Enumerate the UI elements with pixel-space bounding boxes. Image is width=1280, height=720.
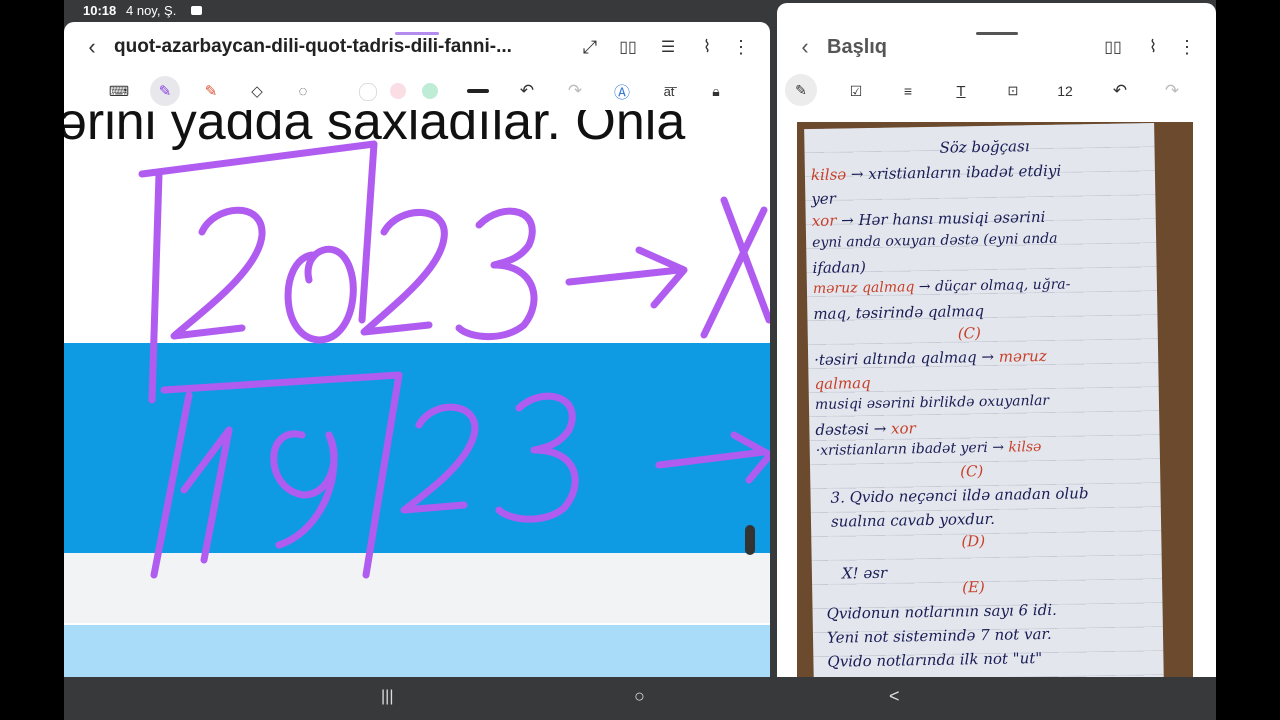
- answer-mark: (C): [959, 462, 984, 481]
- keyboard-icon[interactable]: ⌨: [108, 80, 130, 102]
- handwriting-line: məruz qalmaq → düçar olmaq, uğra-: [812, 276, 1071, 297]
- note-canvas[interactable]: ərini yaddа saxladılar. Onla: [64, 110, 770, 677]
- handwriting-line: X! əsr: [841, 563, 888, 583]
- text-recognize-icon[interactable]: Ⓐ: [611, 80, 633, 102]
- back-button[interactable]: <: [889, 686, 900, 707]
- pen-icon[interactable]: ✎: [150, 76, 180, 106]
- left-header: ‹ quot-azarbaycan-dili-quot-tadris-dili-…: [64, 22, 770, 72]
- attach-icon[interactable]: ⌇: [696, 36, 718, 58]
- list-icon[interactable]: ☰: [657, 36, 679, 58]
- checkbox-icon[interactable]: ☑: [845, 80, 867, 102]
- left-pane-note: ‹ quot-azarbaycan-dili-quot-tadris-dili-…: [64, 22, 770, 677]
- handwriting-line: qalmaq: [814, 373, 871, 393]
- attach-icon[interactable]: ⌇: [1142, 36, 1164, 58]
- handwriting-line: kilsə → xristianların ibadət etdiyi: [810, 161, 1062, 184]
- font-size-select[interactable]: 12: [1047, 80, 1083, 102]
- answer-mark: (C): [957, 324, 982, 343]
- eraser-icon[interactable]: ◇: [246, 80, 268, 102]
- handwriting-line: eyni anda oxuyan dəstə (eyni anda: [811, 230, 1058, 251]
- stroke-width-icon[interactable]: [467, 89, 489, 93]
- handwriting-line: musiqi əsərini birlikdə oxuyanlar: [814, 392, 1050, 413]
- handwritten-annotation: [138, 140, 770, 579]
- pen-icon[interactable]: ✎: [785, 74, 817, 106]
- handwriting-line: ·təsiri altında qalmaq → məruz: [814, 346, 1047, 369]
- handwriting-line: 3. Qvido neçənci ildə anadan olub: [830, 484, 1089, 507]
- back-icon[interactable]: ‹: [82, 34, 102, 59]
- highlighter-icon[interactable]: ✎: [200, 80, 222, 102]
- handwriting-line: Yeni not sistemində 7 not var.: [826, 624, 1052, 647]
- handwriting-line: xor → Hər hansı musiqi əsərini: [811, 207, 1046, 230]
- status-time: 10:18: [83, 3, 117, 18]
- recent-apps-button[interactable]: |||: [381, 688, 393, 706]
- handwriting-line: dəstəsi → xor: [815, 419, 916, 439]
- answer-mark: (D): [961, 532, 986, 551]
- handwriting-line: maq, təsirində qalmaq: [813, 301, 985, 323]
- handwriting-line: ifadan): [812, 258, 867, 277]
- undo-icon[interactable]: ↶: [516, 80, 538, 102]
- expand-icon[interactable]: ⤢: [579, 36, 601, 58]
- right-pane-note: ‹ Başlıq ▯▯ ⌇ ⋮ ✎ ☑ ≡ T ⊡ 12 ↶ ↷ Söz bоğ…: [777, 22, 1216, 677]
- answer-mark: (E): [962, 578, 985, 597]
- color-white[interactable]: [359, 83, 377, 101]
- redo-icon[interactable]: ↷: [1161, 80, 1183, 102]
- book-icon[interactable]: ▯▯: [1102, 36, 1124, 58]
- color-pink[interactable]: [390, 83, 406, 99]
- color-green[interactable]: [422, 83, 438, 99]
- text-style-icon[interactable]: ≡: [897, 80, 919, 102]
- handwriting-line: sualına cavab yoxdur.: [830, 509, 996, 531]
- book-icon[interactable]: ▯▯: [617, 36, 639, 58]
- home-button[interactable]: ○: [634, 686, 645, 707]
- handwriting-line: yer: [811, 189, 837, 208]
- back-icon[interactable]: ‹: [795, 34, 815, 59]
- drawing-toolbar: ⌨ ✎ ✎ ◇ ◌ ↶ ↷ Ⓐ a͞t 🔒︎: [64, 72, 770, 110]
- note-title: quot-azarbaycan-dili-quot-tadris-dili-fa…: [114, 36, 512, 57]
- handwriting-line: Qvidonun notlarının sayı 6 idi.: [826, 600, 1057, 623]
- redo-icon[interactable]: ↷: [564, 80, 586, 102]
- handwriting-line: Qvido notlarında ilk not "ut": [827, 649, 1043, 671]
- status-date: 4 noy, Ş.: [126, 3, 177, 18]
- handwriting-line: Söz bоğçası: [939, 137, 1030, 157]
- tablet-screen: 10:18 4 noy, Ş. 100% ‹ quot-azarbaycan-d…: [64, 0, 1216, 720]
- more-icon[interactable]: ⋮: [731, 36, 751, 58]
- more-icon[interactable]: ⋮: [1177, 36, 1197, 58]
- notebook-photo: Söz bоğçası kilsə → xristianların ibadət…: [797, 122, 1193, 677]
- status-bar: 10:18 4 noy, Ş. 100%: [64, 0, 1216, 658]
- text-format-icon[interactable]: T: [950, 80, 972, 102]
- lasso-icon[interactable]: ◌: [292, 80, 314, 102]
- convert-icon[interactable]: a͞t: [658, 80, 680, 102]
- drag-handle[interactable]: [395, 32, 439, 35]
- right-drag-handle[interactable]: [976, 32, 1018, 35]
- undo-icon[interactable]: ↶: [1109, 80, 1131, 102]
- screen-record-icon: [191, 6, 202, 15]
- notebook-page: Söz bоğçası kilsə → xristianların ibadət…: [804, 122, 1164, 677]
- note-title: Başlıq: [827, 36, 888, 58]
- system-nav-bar: ||| ○ <: [64, 677, 1216, 720]
- lock-icon[interactable]: 🔒︎: [705, 80, 727, 102]
- textbox-icon[interactable]: ⊡: [1002, 80, 1024, 102]
- handwriting-line: ·xristianların ibadət yeri → kilsə: [815, 439, 1042, 459]
